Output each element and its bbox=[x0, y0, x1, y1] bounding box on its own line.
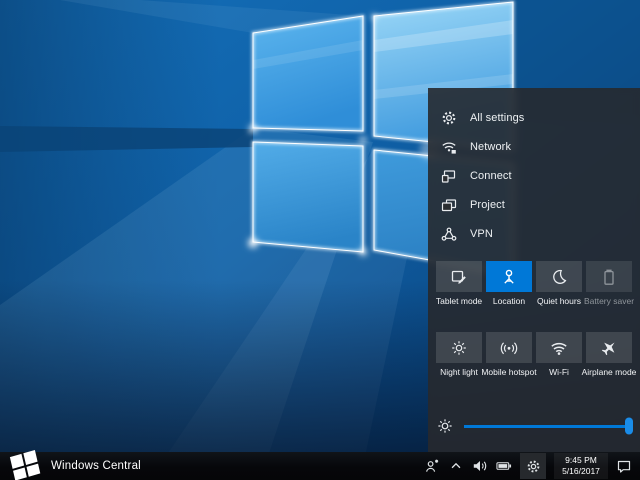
action-center-icon[interactable] bbox=[616, 458, 632, 474]
gear-icon bbox=[441, 110, 457, 126]
network-icon bbox=[441, 139, 457, 155]
battery-icon[interactable] bbox=[496, 458, 512, 474]
quick-link-label: Network bbox=[470, 141, 511, 153]
battery-saver-icon bbox=[586, 261, 632, 292]
clock-time: 9:45 PM bbox=[559, 455, 603, 466]
mobile-hotspot-icon bbox=[486, 332, 532, 363]
quick-link-label: VPN bbox=[470, 228, 493, 240]
tile-night-light[interactable]: Night light bbox=[436, 332, 482, 377]
vpn-icon bbox=[441, 226, 457, 242]
airplane-mode-icon bbox=[586, 332, 632, 363]
tile-wifi[interactable]: Wi-Fi bbox=[536, 332, 582, 377]
tile-mobile-hotspot[interactable]: Mobile hotspot bbox=[486, 332, 532, 377]
clock-date: 5/16/2017 bbox=[559, 466, 603, 477]
desktop-screen: All settings Network Connect Project bbox=[0, 0, 640, 480]
project-icon bbox=[441, 197, 457, 213]
quick-link-label: Connect bbox=[470, 170, 512, 182]
tile-battery-saver[interactable]: Battery saver bbox=[586, 261, 632, 306]
windows-logo[interactable] bbox=[10, 446, 42, 480]
tile-quiet-hours[interactable]: Quiet hours bbox=[536, 261, 582, 306]
quick-link-network[interactable]: Network bbox=[428, 132, 640, 161]
wifi-icon bbox=[536, 332, 582, 363]
brightness-slider-thumb[interactable] bbox=[625, 418, 633, 435]
quick-link-label: All settings bbox=[470, 112, 524, 124]
brightness-row bbox=[437, 416, 632, 436]
tile-airplane-mode[interactable]: Airplane mode bbox=[586, 332, 632, 377]
quick-link-project[interactable]: Project bbox=[428, 190, 640, 219]
system-tray: 9:45 PM 5/16/2017 bbox=[424, 452, 632, 480]
taskbar-clock[interactable]: 9:45 PM 5/16/2017 bbox=[554, 453, 608, 480]
quick-link-vpn[interactable]: VPN bbox=[428, 219, 640, 248]
location-icon bbox=[486, 261, 532, 292]
speaker-icon[interactable] bbox=[472, 458, 488, 474]
tile-tablet-mode[interactable]: Tablet mode bbox=[436, 261, 482, 306]
quick-link-connect[interactable]: Connect bbox=[428, 161, 640, 190]
brightness-slider[interactable] bbox=[464, 425, 632, 428]
brand-text: Windows Central bbox=[51, 460, 141, 472]
quick-settings-panel: All settings Network Connect Project bbox=[428, 88, 640, 452]
taskbar-brand: Windows Central bbox=[10, 452, 141, 480]
taskbar: Windows Central 9:45 PM 5/16/2017 bbox=[0, 452, 640, 480]
tablet-mode-icon bbox=[436, 261, 482, 292]
quick-link-all-settings[interactable]: All settings bbox=[428, 103, 640, 132]
quick-action-tiles: Tablet mode Location Quiet hours Battery… bbox=[436, 261, 632, 377]
brightness-sun-icon bbox=[437, 418, 453, 434]
brightness-fill bbox=[464, 425, 632, 428]
tile-location[interactable]: Location bbox=[486, 261, 532, 306]
quick-links: All settings Network Connect Project bbox=[428, 88, 640, 248]
connect-icon bbox=[441, 168, 457, 184]
settings-gear-icon[interactable] bbox=[520, 453, 546, 479]
night-light-icon bbox=[436, 332, 482, 363]
moon-icon bbox=[536, 261, 582, 292]
people-icon[interactable] bbox=[424, 458, 440, 474]
chevron-up-icon[interactable] bbox=[448, 458, 464, 474]
quick-link-label: Project bbox=[470, 199, 505, 211]
